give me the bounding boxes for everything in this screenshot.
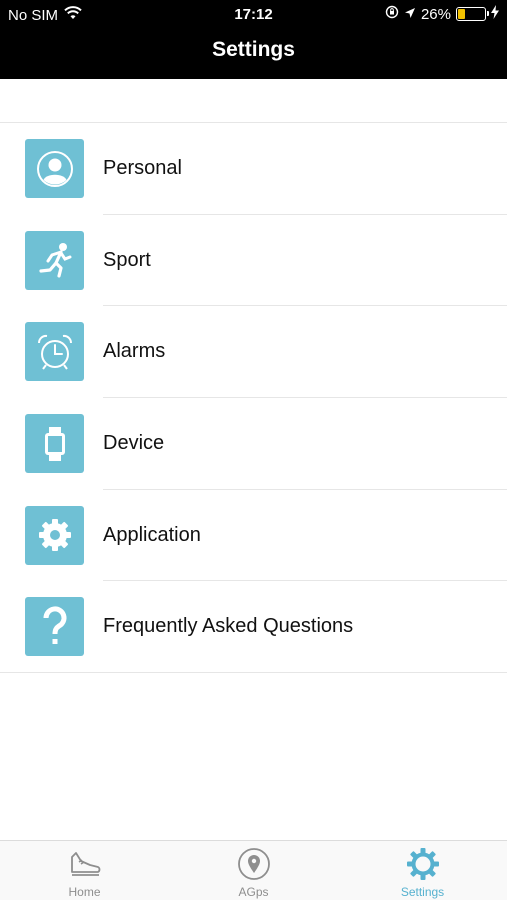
shoe-icon	[0, 847, 169, 881]
settings-item-alarms[interactable]: Alarms	[0, 306, 507, 399]
settings-item-application[interactable]: Application	[0, 490, 507, 582]
gear-icon	[338, 847, 507, 881]
settings-item-sport[interactable]: Sport	[0, 215, 507, 307]
person-icon	[25, 139, 84, 198]
tab-settings[interactable]: Settings	[338, 841, 507, 900]
running-icon	[25, 230, 84, 290]
settings-item-device[interactable]: Device	[0, 398, 507, 490]
location-arrow-icon	[404, 6, 416, 23]
settings-item-personal[interactable]: Personal	[0, 123, 507, 215]
settings-item-label: Application	[103, 523, 201, 546]
gear-icon	[25, 505, 84, 565]
settings-item-label: Personal	[103, 157, 182, 179]
status-right: 26%	[385, 5, 499, 23]
question-icon	[25, 597, 84, 657]
settings-list: Personal Sport Alarms Device Application…	[0, 122, 507, 674]
settings-item-faq[interactable]: Frequently Asked Questions	[0, 581, 507, 674]
status-bar: No SIM 17:12 26%	[0, 0, 507, 30]
top-bar: No SIM 17:12 26% Settings	[0, 0, 507, 79]
settings-item-label: Sport	[103, 248, 151, 271]
alarm-clock-icon	[25, 322, 84, 382]
settings-item-label: Frequently Asked Questions	[103, 615, 354, 638]
battery-level-fill	[458, 9, 466, 19]
tab-agps[interactable]: AGps	[169, 841, 338, 900]
location-pin-icon	[169, 847, 338, 881]
battery-percent: 26%	[420, 5, 451, 23]
orientation-lock-icon	[385, 5, 399, 23]
tab-label: Settings	[400, 885, 445, 899]
settings-item-label: Device	[103, 432, 165, 455]
watch-icon	[25, 414, 84, 474]
tab-bar: Home AGps Settings	[0, 840, 507, 900]
settings-item-label: Alarms	[103, 340, 166, 363]
divider	[0, 672, 507, 674]
page-title: Settings	[212, 38, 295, 61]
charging-bolt-icon	[491, 5, 499, 23]
tab-label: AGps	[238, 885, 269, 899]
battery-icon	[456, 7, 489, 21]
tab-home[interactable]: Home	[0, 841, 169, 900]
tab-label: Home	[68, 885, 101, 899]
